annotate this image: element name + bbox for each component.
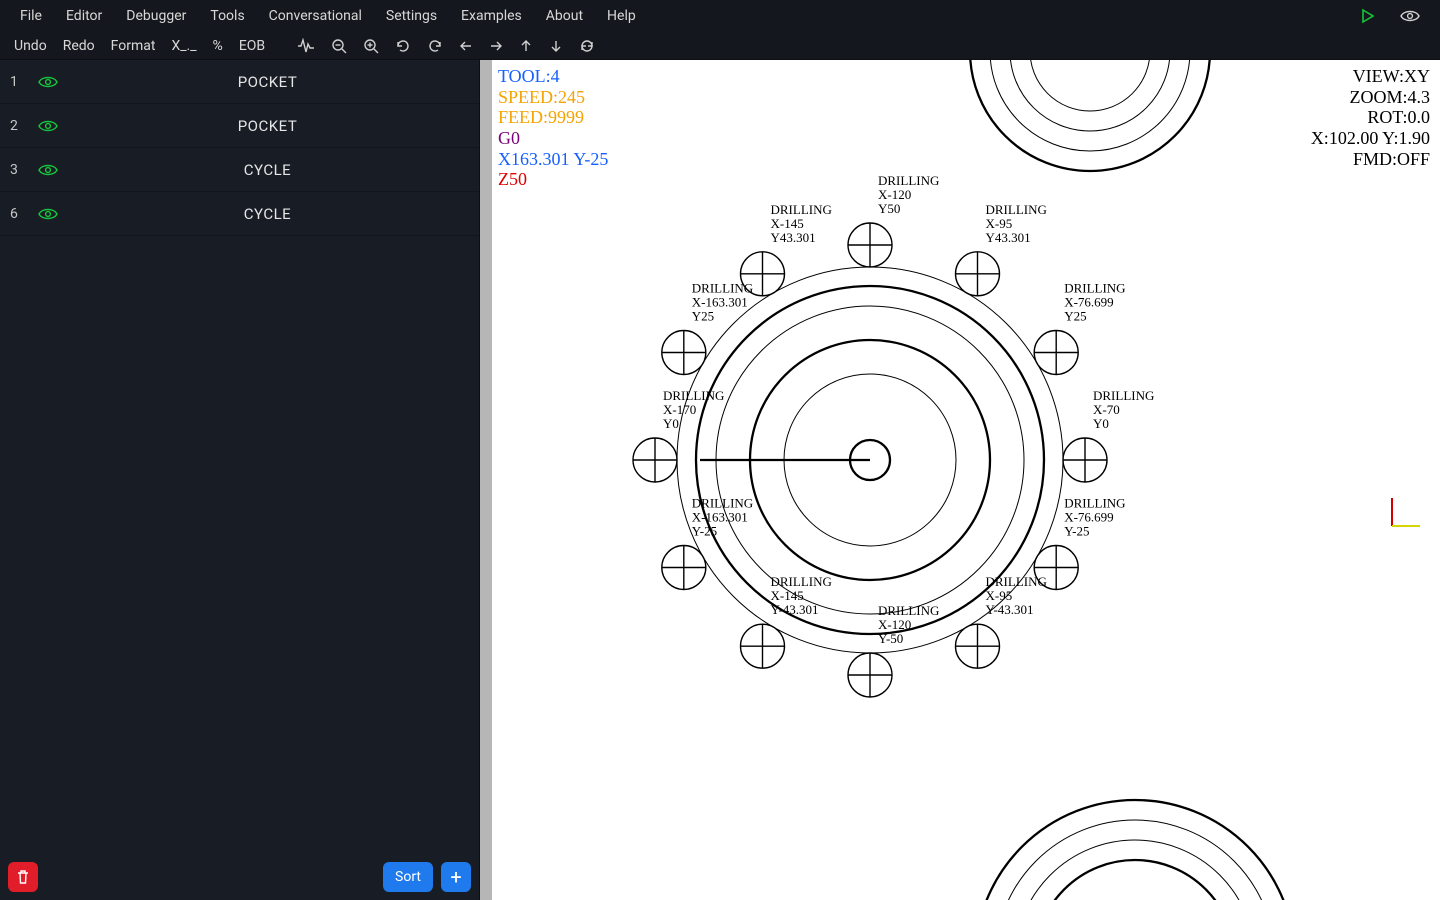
menu-bar: File Editor Debugger Tools Conversationa… <box>0 0 1440 32</box>
menu-file[interactable]: File <box>8 2 54 30</box>
menu-editor[interactable]: Editor <box>54 2 114 30</box>
menu-settings[interactable]: Settings <box>374 2 449 30</box>
main-split: 1 POCKET 2 POCKET 3 CYCLE 6 CYCLE <box>0 60 1440 900</box>
list-item-index: 6 <box>10 206 34 222</box>
menu-help[interactable]: Help <box>595 2 648 30</box>
drill-marker <box>848 653 892 697</box>
canvas-svg: DRILLINGX-120Y50 DRILLINGX-145Y43.301 DRIL… <box>480 60 1440 900</box>
drill-labels: DRILLINGX-120Y50 DRILLINGX-145Y43.301 DRIL… <box>663 173 1154 646</box>
drill-label: DRILLINGX-70Y0 <box>1093 388 1154 431</box>
arrow-up-icon[interactable] <box>513 37 539 55</box>
list-item-index: 2 <box>10 118 34 134</box>
sort-button[interactable]: Sort <box>383 862 433 892</box>
drill-label: DRILLINGX-163.301Y25 <box>692 281 753 324</box>
list-item-index: 1 <box>10 74 34 90</box>
list-item[interactable]: 1 POCKET <box>0 60 479 104</box>
drill-label: DRILLINGX-120Y-50 <box>878 603 939 646</box>
list-item-label: CYCLE <box>66 205 469 223</box>
add-button[interactable]: + <box>441 862 471 892</box>
redo-button[interactable]: Redo <box>57 36 101 56</box>
left-footer: Sort + <box>8 862 471 892</box>
pocket-copy-bottom-right <box>975 800 1295 900</box>
list-item-index: 3 <box>10 162 34 178</box>
zoom-out-icon[interactable] <box>325 36 353 56</box>
list-item[interactable]: 3 CYCLE <box>0 148 479 192</box>
drill-label: DRILLINGX-95Y-43.301 <box>986 574 1047 617</box>
drill-label: DRILLINGX-120Y50 <box>878 173 939 216</box>
format-button[interactable]: Format <box>105 36 162 56</box>
percent-button[interactable]: % <box>207 36 229 56</box>
drill-label: DRILLINGX-95Y43.301 <box>986 202 1047 245</box>
play-icon[interactable] <box>1348 2 1388 30</box>
menu-debugger[interactable]: Debugger <box>114 2 198 30</box>
menu-tools[interactable]: Tools <box>198 2 256 30</box>
format-xunderscore-button[interactable]: X_._ <box>165 36 202 56</box>
drill-marker <box>848 223 892 267</box>
arrow-right-icon[interactable] <box>483 37 509 55</box>
delete-button[interactable] <box>8 862 38 892</box>
drill-marker <box>633 438 677 482</box>
eye-icon[interactable] <box>38 119 58 133</box>
eob-button[interactable]: EOB <box>233 36 271 56</box>
drill-label: DRILLINGX-145Y-43.301 <box>771 574 832 617</box>
eye-icon[interactable] <box>38 75 58 89</box>
eye-icon[interactable] <box>1388 3 1432 29</box>
eye-icon[interactable] <box>38 163 58 177</box>
drill-label: DRILLINGX-76.699Y-25 <box>1064 496 1125 539</box>
drill-marker <box>956 624 1000 668</box>
arrow-left-icon[interactable] <box>453 37 479 55</box>
list-item-label: CYCLE <box>66 161 469 179</box>
list-item[interactable]: 6 CYCLE <box>0 192 479 236</box>
drill-label: DRILLINGX-163.301Y-25 <box>692 496 753 539</box>
drill-marker <box>1034 331 1078 375</box>
drill-marker <box>1063 438 1107 482</box>
drill-label: DRILLINGX-76.699Y25 <box>1064 281 1125 324</box>
viewport[interactable]: TOOL:4 SPEED:245 FEED:9999 G0 X163.301 Y… <box>480 60 1440 900</box>
left-panel: 1 POCKET 2 POCKET 3 CYCLE 6 CYCLE <box>0 60 480 900</box>
activity-icon[interactable] <box>291 36 321 56</box>
menu-conversational[interactable]: Conversational <box>257 2 374 30</box>
list-item-label: POCKET <box>66 117 469 135</box>
operation-list: 1 POCKET 2 POCKET 3 CYCLE 6 CYCLE <box>0 60 479 900</box>
refresh-icon[interactable] <box>573 36 601 56</box>
arrow-down-icon[interactable] <box>543 37 569 55</box>
rotate-ccw-icon[interactable] <box>389 36 417 56</box>
list-item[interactable]: 2 POCKET <box>0 104 479 148</box>
drill-label: DRILLINGX-170Y0 <box>663 388 724 431</box>
drill-label: DRILLINGX-145Y43.301 <box>771 202 832 245</box>
zoom-in-icon[interactable] <box>357 36 385 56</box>
menu-examples[interactable]: Examples <box>449 2 534 30</box>
rotate-cw-icon[interactable] <box>421 36 449 56</box>
list-item-label: POCKET <box>66 73 469 91</box>
drill-marker <box>662 546 706 590</box>
drill-marker <box>741 624 785 668</box>
eye-icon[interactable] <box>38 207 58 221</box>
menu-about[interactable]: About <box>534 2 595 30</box>
undo-button[interactable]: Undo <box>8 36 53 56</box>
toolbar: Undo Redo Format X_._ % EOB <box>0 32 1440 60</box>
trash-icon <box>15 869 31 885</box>
drill-marker <box>662 331 706 375</box>
drill-marker <box>956 252 1000 296</box>
pocket-copy-top-right <box>970 60 1210 171</box>
